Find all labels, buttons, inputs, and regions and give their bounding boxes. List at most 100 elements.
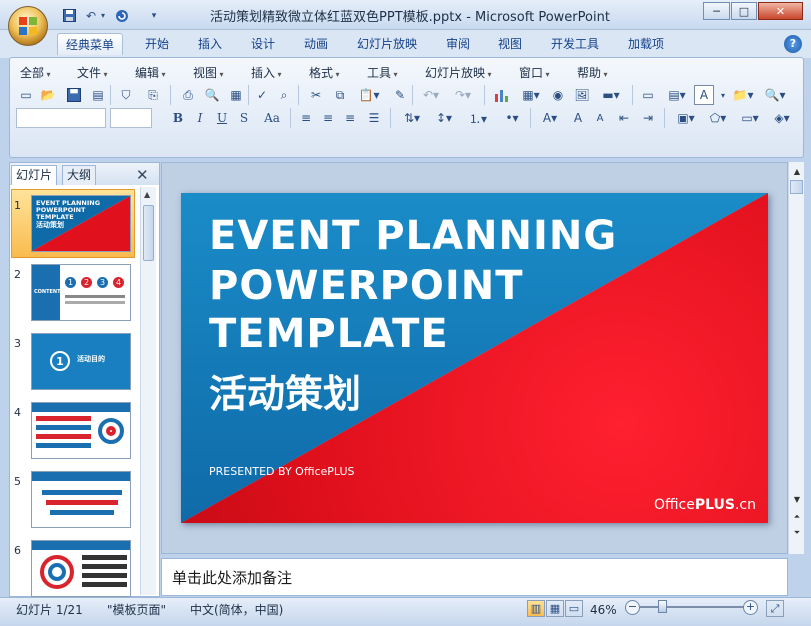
tab-slides[interactable]: 幻灯片 — [11, 165, 58, 185]
scroll-thumb[interactable] — [790, 180, 803, 194]
tab-classic-menu[interactable]: 经典菜单 — [57, 33, 124, 55]
menu-help[interactable]: 帮助 — [577, 64, 608, 80]
print-icon[interactable]: ⎙ — [178, 85, 198, 105]
slide-thumbnail-2[interactable]: CONTENTS 1 2 3 4 — [31, 264, 131, 321]
save-as-icon[interactable]: ▤ — [88, 85, 108, 105]
slide-thumbnail-6[interactable] — [31, 540, 131, 597]
format-painter-icon[interactable]: ✎ — [390, 85, 410, 105]
bullets-icon[interactable]: •▾ — [498, 108, 526, 128]
layout-icon[interactable]: ▤▾ — [662, 85, 692, 105]
font-size-select[interactable] — [110, 108, 152, 128]
bold-button[interactable]: B — [168, 108, 188, 128]
table-icon[interactable]: ▦▾ — [516, 85, 546, 105]
language-status[interactable]: 中文(简体，中国) — [190, 600, 283, 620]
menu-all[interactable]: 全部 — [20, 64, 51, 80]
shape-fill-icon[interactable]: ◈▾ — [768, 108, 796, 128]
print-preview-icon[interactable]: 🔍 — [202, 85, 222, 105]
arrange-icon[interactable]: ▣▾ — [672, 108, 700, 128]
permission-icon[interactable]: ⛉ — [116, 85, 136, 105]
quick-styles-icon[interactable]: ▭▾ — [736, 108, 764, 128]
previous-slide-icon[interactable]: ⏶ — [790, 510, 804, 524]
tab-view[interactable]: 视图 — [490, 33, 530, 55]
current-slide[interactable]: EVENT PLANNING POWERPOINT TEMPLATE 活动策划 … — [181, 193, 768, 523]
slide-sorter-view-icon[interactable]: ▦ — [546, 600, 564, 617]
zoom-slider[interactable] — [640, 606, 750, 608]
clipart-icon[interactable]: ◉ — [548, 85, 568, 105]
close-button[interactable]: ✕ — [758, 2, 803, 20]
chart-icon[interactable] — [492, 85, 512, 105]
background-color-icon[interactable]: ▬▾ — [596, 85, 626, 105]
undo-toolbar-icon[interactable]: ↶▾ — [416, 85, 446, 105]
menu-slideshow[interactable]: 幻灯片放映 — [425, 64, 492, 80]
save-icon[interactable] — [60, 7, 78, 24]
slide-thumbnail-4[interactable] — [31, 402, 131, 459]
folder-icon[interactable]: 📁▾ — [728, 85, 758, 105]
menu-file[interactable]: 文件 — [77, 64, 108, 80]
change-case-button[interactable]: Aa — [258, 108, 286, 128]
tab-home[interactable]: 开始 — [137, 33, 177, 55]
tab-slideshow[interactable]: 幻灯片放映 — [349, 33, 425, 55]
menu-edit[interactable]: 编辑 — [135, 64, 166, 80]
increase-indent-icon[interactable]: ⇥ — [638, 108, 658, 128]
align-right-icon[interactable]: ≡ — [340, 108, 360, 128]
research-icon[interactable]: ⌕ — [274, 85, 294, 105]
shrink-font-icon[interactable]: A — [590, 108, 610, 128]
line-spacing-icon[interactable]: ↕▾ — [430, 108, 458, 128]
next-slide-icon[interactable]: ⏷ — [790, 526, 804, 540]
justify-icon[interactable]: ☰ — [364, 108, 384, 128]
font-name-select[interactable] — [16, 108, 106, 128]
thumbnails-scrollbar[interactable]: ▲ — [140, 187, 156, 595]
copy-icon[interactable]: ⧉ — [330, 85, 350, 105]
help-icon[interactable]: ? — [784, 35, 802, 53]
redo-icon[interactable] — [113, 7, 131, 24]
tab-animation[interactable]: 动画 — [296, 33, 336, 55]
menu-tools[interactable]: 工具 — [367, 64, 398, 80]
menu-format[interactable]: 格式 — [309, 64, 340, 80]
tab-addins[interactable]: 加载项 — [620, 33, 672, 55]
zoom-in-icon[interactable]: + — [743, 600, 758, 615]
align-left-icon[interactable]: ≡ — [296, 108, 316, 128]
tab-outline[interactable]: 大纲 — [62, 165, 97, 185]
tab-developer[interactable]: 开发工具 — [543, 33, 607, 55]
slide-thumbnail-1[interactable]: EVENT PLANNING POWERPOINT TEMPLATE 活动策划 — [31, 195, 131, 252]
slide-sorter-icon[interactable]: ▦ — [226, 85, 246, 105]
textbox-icon[interactable]: A — [694, 85, 714, 105]
slide-thumbnail-5[interactable] — [31, 471, 131, 528]
decrease-indent-icon[interactable]: ⇤ — [614, 108, 634, 128]
align-center-icon[interactable]: ≡ — [318, 108, 338, 128]
menu-view[interactable]: 视图 — [193, 64, 224, 80]
spelling-icon[interactable]: ✓ — [252, 85, 272, 105]
paste-icon[interactable]: 📋▾ — [354, 85, 384, 105]
font-color-icon[interactable]: A▾ — [536, 108, 564, 128]
office-button[interactable] — [8, 6, 48, 46]
fit-to-window-icon[interactable]: ⤢ — [766, 600, 784, 617]
find-icon[interactable]: 🔍▾ — [760, 85, 790, 105]
redo-toolbar-icon[interactable]: ↷▾ — [448, 85, 478, 105]
italic-button[interactable]: I — [190, 108, 210, 128]
numbering-icon[interactable]: ⒈▾ — [464, 108, 492, 128]
maximize-button[interactable]: □ — [731, 2, 757, 20]
text-direction-icon[interactable]: ⇅▾ — [398, 108, 426, 128]
save-toolbar-icon[interactable] — [64, 85, 84, 105]
shapes-icon[interactable]: ⬠▾ — [704, 108, 732, 128]
minimize-button[interactable]: ─ — [703, 2, 730, 20]
normal-view-icon[interactable]: ▥ — [527, 600, 545, 617]
tab-review[interactable]: 审阅 — [438, 33, 478, 55]
cut-icon[interactable]: ✂ — [306, 85, 326, 105]
textbox-dropdown-icon[interactable]: ▾ — [718, 85, 728, 105]
scroll-down-icon[interactable]: ▼ — [790, 492, 804, 506]
menu-window[interactable]: 窗口 — [519, 64, 550, 80]
attach-icon[interactable]: ⎘ — [143, 85, 163, 105]
underline-button[interactable]: U — [212, 108, 232, 128]
notes-pane[interactable]: 单击此处添加备注 — [161, 558, 788, 596]
zoom-slider-thumb[interactable] — [658, 600, 667, 613]
zoom-out-icon[interactable]: − — [625, 600, 640, 615]
shadow-button[interactable]: S — [234, 108, 254, 128]
zoom-level[interactable]: 46% — [590, 600, 617, 620]
menu-insert[interactable]: 插入 — [251, 64, 282, 80]
undo-dropdown-icon[interactable]: ▾ — [98, 7, 108, 24]
slide-thumbnail-3[interactable]: 1 活动目的 — [31, 333, 131, 390]
slideshow-view-icon[interactable]: ▭ — [565, 600, 583, 617]
scroll-up-icon[interactable]: ▲ — [790, 164, 804, 178]
close-pane-icon[interactable]: ✕ — [136, 166, 149, 184]
